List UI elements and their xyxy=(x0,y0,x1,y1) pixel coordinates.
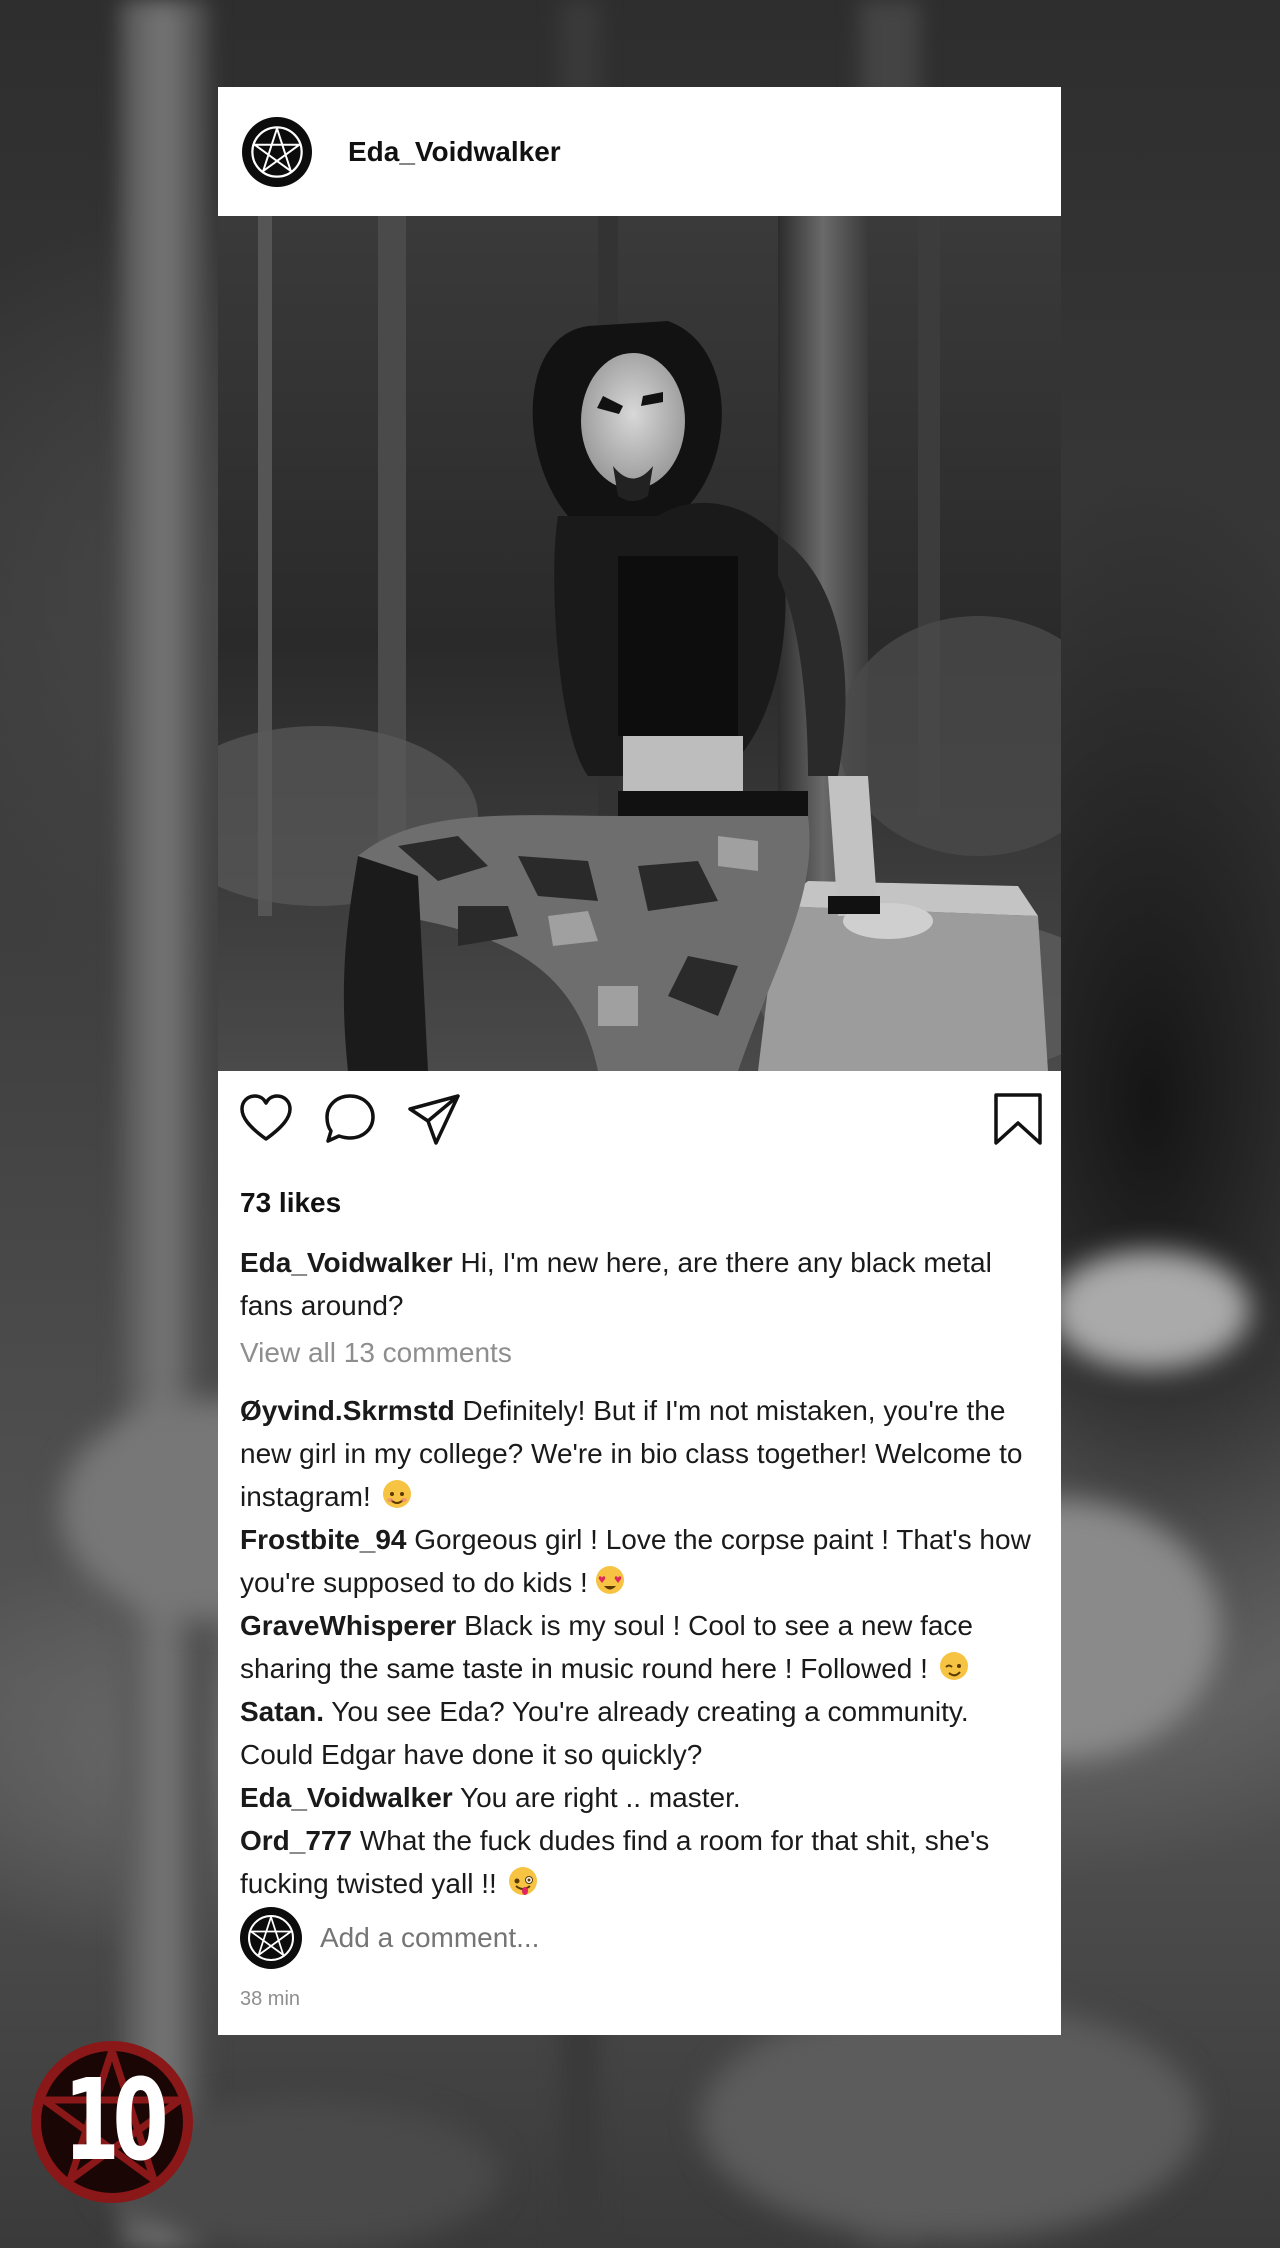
comment-text: You see Eda? You're already creating a c… xyxy=(240,1696,969,1770)
caption: Eda_Voidwalker Hi, I'm new here, are the… xyxy=(240,1241,1040,1327)
comment-item: GraveWhisperer Black is my soul ! Cool t… xyxy=(240,1604,1040,1690)
post-card: Eda_Voidwalker 73 likes Eda_Voidwalker H… xyxy=(218,87,1061,2035)
comment-icon[interactable] xyxy=(322,1091,378,1147)
post-actions xyxy=(218,1071,1061,1171)
caption-username[interactable]: Eda_Voidwalker xyxy=(240,1247,453,1278)
episode-number: 10 xyxy=(63,2056,169,2186)
likes-count[interactable]: 73 likes xyxy=(240,1187,341,1219)
pentagram-avatar-icon xyxy=(251,125,303,178)
comment-item: Satan. You see Eda? You're already creat… xyxy=(240,1690,1040,1776)
comment-item: Ord_777 What the fuck dudes find a room … xyxy=(240,1819,1040,1905)
heart-icon[interactable] xyxy=(238,1091,294,1147)
comment-username[interactable]: Øyvind.Skrmstd xyxy=(240,1395,455,1426)
pentagram-avatar-icon xyxy=(248,1915,294,1961)
smiling-face-emoji-icon xyxy=(382,1480,411,1508)
heart-eyes-emoji-icon xyxy=(595,1566,624,1594)
post-timestamp: 38 min xyxy=(240,1988,301,2010)
comment-username[interactable]: Frostbite_94 xyxy=(240,1524,407,1555)
zany-face-emoji-icon xyxy=(508,1867,537,1895)
comments-list: Øyvind.Skrmstd Definitely! But if I'm no… xyxy=(240,1389,1040,1905)
post-username[interactable]: Eda_Voidwalker xyxy=(348,136,561,168)
commenter-avatar xyxy=(240,1907,302,1969)
comment-item: Frostbite_94 Gorgeous girl ! Love the co… xyxy=(240,1518,1040,1604)
comment-username[interactable]: GraveWhisperer xyxy=(240,1610,456,1641)
comment-username[interactable]: Satan. xyxy=(240,1696,324,1727)
comment-username[interactable]: Eda_Voidwalker xyxy=(240,1782,453,1813)
comment-username[interactable]: Ord_777 xyxy=(240,1825,352,1856)
comment-text: What the fuck dudes find a room for that… xyxy=(240,1825,990,1899)
episode-badge: 10 xyxy=(30,2038,195,2208)
comment-text: You are right .. master. xyxy=(452,1782,741,1813)
comment-item: Eda_Voidwalker You are right .. master. xyxy=(240,1776,1040,1819)
winking-face-emoji-icon xyxy=(939,1652,968,1680)
view-all-comments-link[interactable]: View all 13 comments xyxy=(240,1337,512,1369)
profile-avatar[interactable] xyxy=(242,116,312,187)
comment-item: Øyvind.Skrmstd Definitely! But if I'm no… xyxy=(240,1389,1040,1518)
share-icon[interactable] xyxy=(406,1091,462,1147)
add-comment-row xyxy=(240,1907,920,1969)
post-header: Eda_Voidwalker xyxy=(218,87,1061,216)
bookmark-icon[interactable] xyxy=(990,1091,1046,1147)
post-photo[interactable] xyxy=(218,216,1061,1071)
add-comment-input[interactable] xyxy=(320,1922,920,1954)
